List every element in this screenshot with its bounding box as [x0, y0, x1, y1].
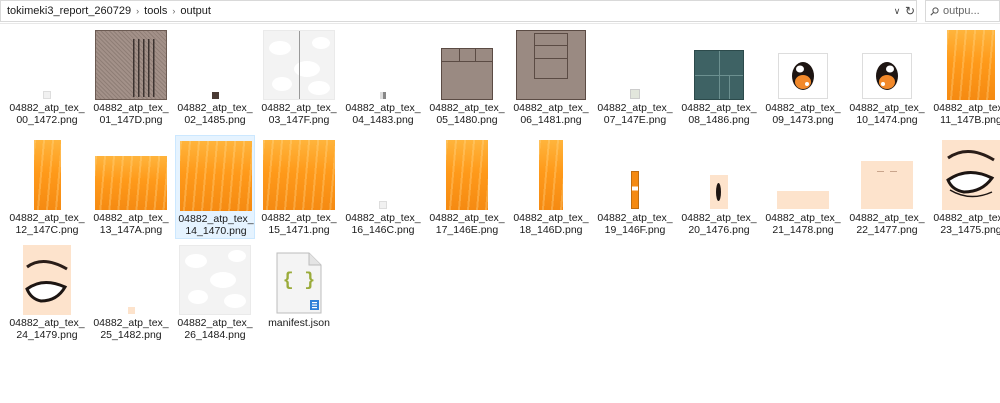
file-name: 04882_atp_tex_08_1486.png: [681, 102, 757, 126]
chevron-right-icon[interactable]: ›: [134, 6, 141, 16]
file-thumbnail: [595, 140, 675, 210]
file-item[interactable]: 04882_atp_tex_04_1483.png: [343, 25, 423, 129]
file-thumbnail: [511, 30, 591, 100]
file-name: 04882_atp_tex_17_146E.png: [429, 212, 505, 236]
file-thumbnail: [175, 245, 255, 315]
file-name: 04882_atp_tex_24_1479.png: [9, 317, 85, 341]
file-item[interactable]: 04882_atp_tex_26_1484.png: [175, 240, 255, 344]
file-item[interactable]: 04882_atp_tex_12_147C.png: [7, 135, 87, 239]
breadcrumb-item[interactable]: tokimeki3_report_260729: [4, 5, 134, 17]
svg-text:{ }: { }: [283, 271, 315, 291]
file-thumbnail: [343, 30, 423, 100]
file-name: 04882_atp_tex_14_1470.png: [178, 213, 254, 237]
file-item[interactable]: 04882_atp_tex_22_1477.png: [847, 135, 927, 239]
file-thumbnail: [91, 30, 171, 100]
file-name: 04882_atp_tex_26_1484.png: [177, 317, 253, 341]
breadcrumb-item[interactable]: tools: [141, 5, 170, 17]
file-thumbnail: [931, 30, 1000, 100]
file-thumbnail: [91, 140, 171, 210]
file-thumbnail: [259, 140, 339, 210]
file-thumbnail: [259, 30, 339, 100]
file-name: 04882_atp_tex_16_146C.png: [345, 212, 421, 236]
search-input[interactable]: [943, 5, 993, 17]
file-name: 04882_atp_tex_09_1473.png: [765, 102, 841, 126]
file-item[interactable]: { } manifest.json: [259, 240, 339, 344]
file-name: 04882_atp_tex_18_146D.png: [513, 212, 589, 236]
file-item[interactable]: 04882_atp_tex_23_1475.png: [931, 135, 1000, 239]
file-name: 04882_atp_tex_21_1478.png: [765, 212, 841, 236]
file-name: 04882_atp_tex_07_147E.png: [597, 102, 673, 126]
file-name: 04882_atp_tex_04_1483.png: [345, 102, 421, 126]
file-name: 04882_atp_tex_19_146F.png: [597, 212, 673, 236]
refresh-icon[interactable]: ↻: [903, 4, 917, 19]
file-thumbnail: [91, 245, 171, 315]
file-name: 04882_atp_tex_01_147D.png: [93, 102, 169, 126]
file-thumbnail: [847, 30, 927, 100]
file-item[interactable]: 04882_atp_tex_02_1485.png: [175, 25, 255, 129]
file-name: 04882_atp_tex_11_147B.png: [933, 102, 1000, 126]
file-item[interactable]: 04882_atp_tex_10_1474.png: [847, 25, 927, 129]
file-thumbnail: [427, 30, 507, 100]
address-bar-row: tokimeki3_report_260729 › tools › output…: [0, 0, 1000, 24]
file-item[interactable]: 04882_atp_tex_03_147F.png: [259, 25, 339, 129]
file-item[interactable]: 04882_atp_tex_06_1481.png: [511, 25, 591, 129]
file-item[interactable]: 04882_atp_tex_25_1482.png: [91, 240, 171, 344]
file-item[interactable]: 04882_atp_tex_18_146D.png: [511, 135, 591, 239]
file-item[interactable]: 04882_atp_tex_09_1473.png: [763, 25, 843, 129]
file-thumbnail: [176, 141, 256, 211]
file-name: 04882_atp_tex_20_1476.png: [681, 212, 757, 236]
file-name: 04882_atp_tex_02_1485.png: [177, 102, 253, 126]
file-name: 04882_atp_tex_12_147C.png: [9, 212, 85, 236]
file-name: 04882_atp_tex_23_1475.png: [933, 212, 1000, 236]
file-item[interactable]: 04882_atp_tex_17_146E.png: [427, 135, 507, 239]
file-grid: 04882_atp_tex_00_1472.png 04882_atp_tex_…: [0, 25, 1000, 385]
file-thumbnail: [595, 30, 675, 100]
file-thumbnail: { }: [259, 245, 339, 315]
file-item[interactable]: 04882_atp_tex_05_1480.png: [427, 25, 507, 129]
file-thumbnail: [511, 140, 591, 210]
file-name: 04882_atp_tex_15_1471.png: [261, 212, 337, 236]
search-icon: [930, 6, 939, 16]
file-thumbnail: [679, 140, 759, 210]
chevron-down-icon[interactable]: ∨: [890, 4, 904, 19]
search-box[interactable]: [925, 0, 1000, 22]
address-bar[interactable]: tokimeki3_report_260729 › tools › output…: [0, 0, 917, 22]
file-thumbnail: [7, 245, 87, 315]
file-item[interactable]: 04882_atp_tex_13_147A.png: [91, 135, 171, 239]
file-thumbnail: [175, 30, 255, 100]
file-name: 04882_atp_tex_00_1472.png: [9, 102, 85, 126]
file-thumbnail: [427, 140, 507, 210]
file-item[interactable]: 04882_atp_tex_19_146F.png: [595, 135, 675, 239]
file-name: 04882_atp_tex_05_1480.png: [429, 102, 505, 126]
file-thumbnail: [763, 30, 843, 100]
file-thumbnail: [931, 140, 1000, 210]
file-item[interactable]: 04882_atp_tex_24_1479.png: [7, 240, 87, 344]
chevron-right-icon[interactable]: ›: [170, 6, 177, 16]
file-item[interactable]: 04882_atp_tex_08_1486.png: [679, 25, 759, 129]
breadcrumb-item[interactable]: output: [177, 5, 214, 17]
file-name: 04882_atp_tex_03_147F.png: [261, 102, 337, 126]
file-item[interactable]: 04882_atp_tex_21_1478.png: [763, 135, 843, 239]
file-item[interactable]: 04882_atp_tex_01_147D.png: [91, 25, 171, 129]
file-name: 04882_atp_tex_25_1482.png: [93, 317, 169, 341]
file-name: 04882_atp_tex_22_1477.png: [849, 212, 925, 236]
file-thumbnail: [679, 30, 759, 100]
file-name: 04882_atp_tex_06_1481.png: [513, 102, 589, 126]
file-name: 04882_atp_tex_10_1474.png: [849, 102, 925, 126]
file-item[interactable]: 04882_atp_tex_16_146C.png: [343, 135, 423, 239]
file-thumbnail: [847, 140, 927, 210]
file-thumbnail: [763, 140, 843, 210]
file-item[interactable]: 04882_atp_tex_20_1476.png: [679, 135, 759, 239]
json-file-icon: { }: [275, 252, 323, 314]
file-item[interactable]: 04882_atp_tex_00_1472.png: [7, 25, 87, 129]
file-thumbnail: [343, 140, 423, 210]
file-thumbnail: [7, 30, 87, 100]
file-item[interactable]: 04882_atp_tex_15_1471.png: [259, 135, 339, 239]
file-thumbnail: [7, 140, 87, 210]
file-item[interactable]: 04882_atp_tex_14_1470.png: [175, 135, 255, 239]
file-name: 04882_atp_tex_13_147A.png: [93, 212, 169, 236]
file-item[interactable]: 04882_atp_tex_07_147E.png: [595, 25, 675, 129]
file-item[interactable]: 04882_atp_tex_11_147B.png: [931, 25, 1000, 129]
file-name: manifest.json: [268, 317, 330, 329]
